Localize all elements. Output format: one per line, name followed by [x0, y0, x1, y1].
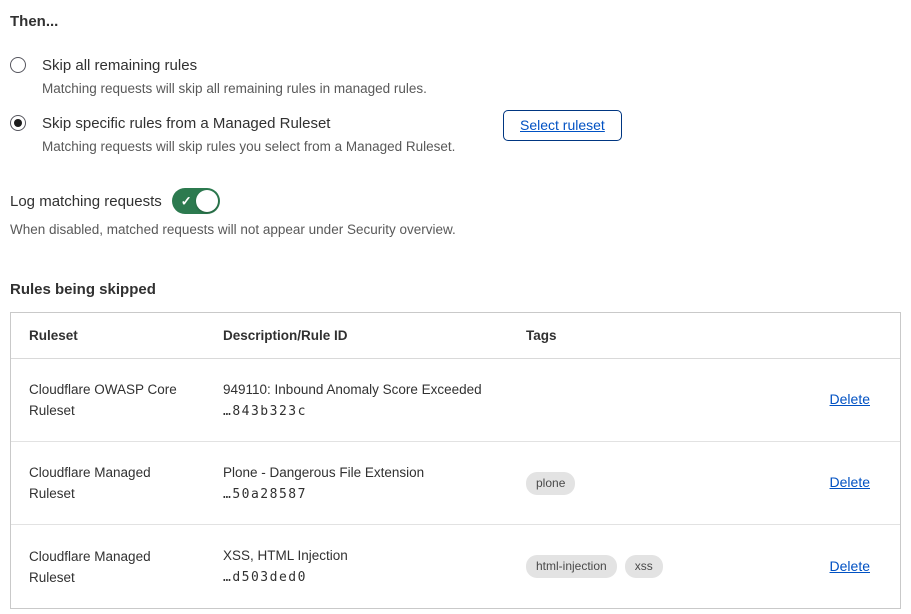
check-icon: ✓	[181, 195, 192, 208]
rules-being-skipped-section: Rules being skipped Ruleset Description/…	[10, 280, 901, 609]
select-ruleset-button[interactable]: Select ruleset	[503, 110, 622, 141]
rule-description: Plone - Dangerous File Extension	[223, 465, 526, 480]
delete-link[interactable]: Delete	[830, 391, 870, 407]
rule-tags: html-injection xss	[526, 555, 801, 578]
toggle-knob	[196, 190, 218, 212]
table-row: Cloudflare OWASP Core Ruleset 949110: In…	[11, 359, 900, 442]
option-skip-all-rules: Skip all remaining rules Matching reques…	[10, 55, 901, 98]
option-skip-specific-rules-label[interactable]: Skip specific rules from a Managed Rules…	[42, 113, 503, 134]
log-matching-requests-label: Log matching requests	[10, 191, 162, 212]
column-header-ruleset: Ruleset	[29, 328, 223, 343]
table-row: Cloudflare Managed Ruleset Plone - Dange…	[11, 442, 900, 525]
option-skip-all-rules-description: Matching requests will skip all remainin…	[42, 80, 427, 98]
log-matching-requests-description: When disabled, matched requests will not…	[10, 221, 901, 239]
rules-being-skipped-heading: Rules being skipped	[10, 280, 901, 300]
tag-badge: html-injection	[526, 555, 617, 578]
tag-badge: plone	[526, 472, 575, 495]
option-skip-all-rules-label[interactable]: Skip all remaining rules	[42, 55, 427, 76]
table-row: Cloudflare Managed Ruleset XSS, HTML Inj…	[11, 525, 900, 608]
rule-id: …843b323c	[223, 404, 526, 419]
rule-tags: plone	[526, 472, 801, 495]
then-heading: Then...	[10, 12, 901, 32]
tag-badge: xss	[625, 555, 663, 578]
rule-description: 949110: Inbound Anomaly Score Exceeded	[223, 382, 526, 397]
rule-id: …d503ded0	[223, 570, 526, 585]
rule-id: …50a28587	[223, 487, 526, 502]
log-matching-requests-toggle[interactable]: ✓	[172, 188, 220, 214]
rule-description: XSS, HTML Injection	[223, 548, 526, 563]
ruleset-name: Cloudflare Managed Ruleset	[29, 546, 199, 588]
radio-skip-specific-rules[interactable]	[10, 115, 26, 131]
skipped-rules-table: Ruleset Description/Rule ID Tags Cloudfl…	[10, 312, 901, 609]
option-skip-specific-rules-description: Matching requests will skip rules you se…	[42, 138, 503, 156]
column-header-tags: Tags	[526, 328, 801, 343]
table-header-row: Ruleset Description/Rule ID Tags	[11, 313, 900, 359]
radio-skip-all-rules[interactable]	[10, 57, 26, 73]
delete-link[interactable]: Delete	[830, 474, 870, 490]
then-section: Then... Skip all remaining rules Matchin…	[10, 12, 901, 156]
log-matching-requests-section: Log matching requests ✓ When disabled, m…	[10, 188, 901, 239]
delete-link[interactable]: Delete	[830, 558, 870, 574]
waf-skip-rule-panel: Then... Skip all remaining rules Matchin…	[0, 0, 911, 614]
option-skip-specific-rules: Skip specific rules from a Managed Rules…	[10, 113, 901, 156]
ruleset-name: Cloudflare OWASP Core Ruleset	[29, 379, 199, 421]
column-header-description: Description/Rule ID	[223, 328, 526, 343]
ruleset-name: Cloudflare Managed Ruleset	[29, 462, 199, 504]
